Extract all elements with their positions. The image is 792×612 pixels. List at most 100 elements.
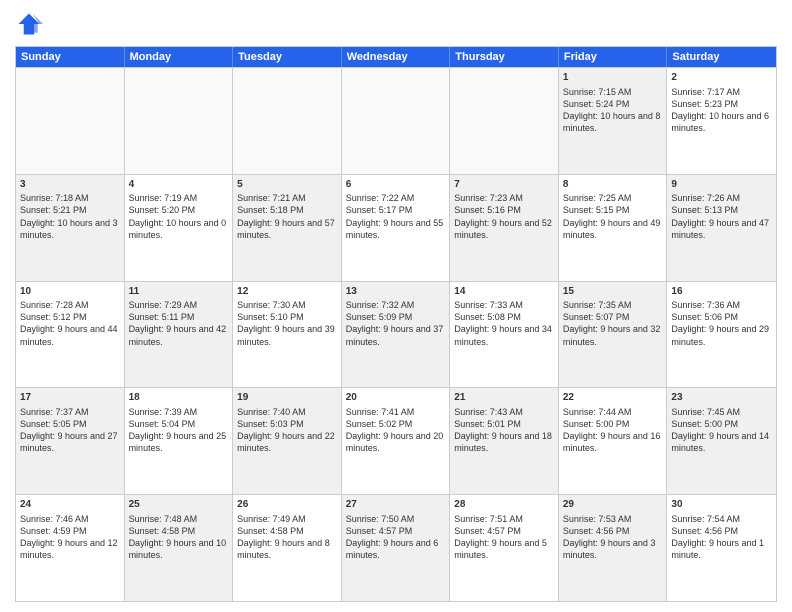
calendar-cell: 17 Sunrise: 7:37 AM Sunset: 5:05 PM Dayli… <box>16 388 125 494</box>
calendar-cell: 26 Sunrise: 7:49 AM Sunset: 4:58 PM Dayli… <box>233 495 342 601</box>
calendar-cell: 5Sunrise: 7:21 AM Sunset: 5:18 PM Daylig… <box>233 175 342 281</box>
day-info: Sunrise: 7:54 AM Sunset: 4:56 PM Dayligh… <box>671 514 764 560</box>
calendar-cell: 7Sunrise: 7:23 AM Sunset: 5:16 PM Daylig… <box>450 175 559 281</box>
page-header <box>15 10 777 38</box>
day-number: 18 <box>129 391 229 405</box>
calendar: SundayMondayTuesdayWednesdayThursdayFrid… <box>15 46 777 602</box>
day-info: Sunrise: 7:36 AM Sunset: 5:06 PM Dayligh… <box>671 300 769 346</box>
day-info: Sunrise: 7:29 AM Sunset: 5:11 PM Dayligh… <box>129 300 227 346</box>
day-number: 9 <box>671 178 772 192</box>
calendar-header-wednesday: Wednesday <box>342 47 451 67</box>
calendar-header-saturday: Saturday <box>667 47 776 67</box>
calendar-cell: 21 Sunrise: 7:43 AM Sunset: 5:01 PM Dayli… <box>450 388 559 494</box>
calendar-row-1: 3Sunrise: 7:18 AM Sunset: 5:21 PM Daylig… <box>16 174 776 281</box>
day-info: Sunrise: 7:18 AM Sunset: 5:21 PM Dayligh… <box>20 193 118 239</box>
day-info: Sunrise: 7:49 AM Sunset: 4:58 PM Dayligh… <box>237 514 330 560</box>
day-number: 14 <box>454 285 554 299</box>
day-info: Sunrise: 7:46 AM Sunset: 4:59 PM Dayligh… <box>20 514 118 560</box>
calendar-cell: 28 Sunrise: 7:51 AM Sunset: 4:57 PM Dayli… <box>450 495 559 601</box>
day-number: 27 <box>346 498 446 512</box>
calendar-cell: 12Sunrise: 7:30 AM Sunset: 5:10 PM Dayli… <box>233 282 342 388</box>
day-number: 30 <box>671 498 772 512</box>
day-number: 25 <box>129 498 229 512</box>
calendar-row-3: 17 Sunrise: 7:37 AM Sunset: 5:05 PM Dayli… <box>16 387 776 494</box>
calendar-row-2: 10Sunrise: 7:28 AM Sunset: 5:12 PM Dayli… <box>16 281 776 388</box>
calendar-cell: 8Sunrise: 7:25 AM Sunset: 5:15 PM Daylig… <box>559 175 668 281</box>
calendar-cell: 23 Sunrise: 7:45 AM Sunset: 5:00 PM Dayli… <box>667 388 776 494</box>
calendar-cell: 2 Sunrise: 7:17 AM Sunset: 5:23 PM Daylig… <box>667 68 776 174</box>
calendar-cell: 11Sunrise: 7:29 AM Sunset: 5:11 PM Dayli… <box>125 282 234 388</box>
day-number: 10 <box>20 285 120 299</box>
day-number: 11 <box>129 285 229 299</box>
calendar-cell: 19 Sunrise: 7:40 AM Sunset: 5:03 PM Dayli… <box>233 388 342 494</box>
day-number: 26 <box>237 498 337 512</box>
calendar-cell: 4Sunrise: 7:19 AM Sunset: 5:20 PM Daylig… <box>125 175 234 281</box>
day-info: Sunrise: 7:26 AM Sunset: 5:13 PM Dayligh… <box>671 193 769 239</box>
day-number: 7 <box>454 178 554 192</box>
calendar-cell: 10Sunrise: 7:28 AM Sunset: 5:12 PM Dayli… <box>16 282 125 388</box>
day-info: Sunrise: 7:30 AM Sunset: 5:10 PM Dayligh… <box>237 300 335 346</box>
calendar-header-tuesday: Tuesday <box>233 47 342 67</box>
calendar-body: 1 Sunrise: 7:15 AM Sunset: 5:24 PM Daylig… <box>16 67 776 601</box>
calendar-cell: 13Sunrise: 7:32 AM Sunset: 5:09 PM Dayli… <box>342 282 451 388</box>
day-number: 4 <box>129 178 229 192</box>
day-info: Sunrise: 7:43 AM Sunset: 5:01 PM Dayligh… <box>454 407 552 453</box>
day-info: Sunrise: 7:17 AM Sunset: 5:23 PM Dayligh… <box>671 87 769 133</box>
day-info: Sunrise: 7:44 AM Sunset: 5:00 PM Dayligh… <box>563 407 661 453</box>
day-info: Sunrise: 7:45 AM Sunset: 5:00 PM Dayligh… <box>671 407 769 453</box>
calendar-cell <box>342 68 451 174</box>
day-info: Sunrise: 7:15 AM Sunset: 5:24 PM Dayligh… <box>563 87 661 133</box>
calendar-header-sunday: Sunday <box>16 47 125 67</box>
calendar-row-4: 24 Sunrise: 7:46 AM Sunset: 4:59 PM Dayli… <box>16 494 776 601</box>
calendar-cell <box>450 68 559 174</box>
day-info: Sunrise: 7:53 AM Sunset: 4:56 PM Dayligh… <box>563 514 656 560</box>
calendar-cell: 27 Sunrise: 7:50 AM Sunset: 4:57 PM Dayli… <box>342 495 451 601</box>
calendar-cell: 9Sunrise: 7:26 AM Sunset: 5:13 PM Daylig… <box>667 175 776 281</box>
calendar-cell: 30 Sunrise: 7:54 AM Sunset: 4:56 PM Dayli… <box>667 495 776 601</box>
day-number: 23 <box>671 391 772 405</box>
day-number: 28 <box>454 498 554 512</box>
calendar-cell: 18 Sunrise: 7:39 AM Sunset: 5:04 PM Dayli… <box>125 388 234 494</box>
day-number: 20 <box>346 391 446 405</box>
calendar-cell: 6Sunrise: 7:22 AM Sunset: 5:17 PM Daylig… <box>342 175 451 281</box>
day-number: 29 <box>563 498 663 512</box>
calendar-cell <box>125 68 234 174</box>
day-number: 8 <box>563 178 663 192</box>
day-info: Sunrise: 7:48 AM Sunset: 4:58 PM Dayligh… <box>129 514 227 560</box>
day-number: 1 <box>563 71 663 85</box>
day-info: Sunrise: 7:25 AM Sunset: 5:15 PM Dayligh… <box>563 193 661 239</box>
calendar-header-monday: Monday <box>125 47 234 67</box>
day-info: Sunrise: 7:50 AM Sunset: 4:57 PM Dayligh… <box>346 514 439 560</box>
calendar-cell: 16Sunrise: 7:36 AM Sunset: 5:06 PM Dayli… <box>667 282 776 388</box>
day-info: Sunrise: 7:39 AM Sunset: 5:04 PM Dayligh… <box>129 407 227 453</box>
calendar-cell <box>233 68 342 174</box>
calendar-cell: 3Sunrise: 7:18 AM Sunset: 5:21 PM Daylig… <box>16 175 125 281</box>
day-info: Sunrise: 7:23 AM Sunset: 5:16 PM Dayligh… <box>454 193 552 239</box>
calendar-row-0: 1 Sunrise: 7:15 AM Sunset: 5:24 PM Daylig… <box>16 67 776 174</box>
day-number: 3 <box>20 178 120 192</box>
calendar-cell: 1 Sunrise: 7:15 AM Sunset: 5:24 PM Daylig… <box>559 68 668 174</box>
day-number: 19 <box>237 391 337 405</box>
day-number: 17 <box>20 391 120 405</box>
day-info: Sunrise: 7:51 AM Sunset: 4:57 PM Dayligh… <box>454 514 547 560</box>
day-info: Sunrise: 7:22 AM Sunset: 5:17 PM Dayligh… <box>346 193 444 239</box>
day-info: Sunrise: 7:21 AM Sunset: 5:18 PM Dayligh… <box>237 193 335 239</box>
day-number: 21 <box>454 391 554 405</box>
day-number: 24 <box>20 498 120 512</box>
calendar-cell: 22Sunrise: 7:44 AM Sunset: 5:00 PM Dayli… <box>559 388 668 494</box>
day-info: Sunrise: 7:40 AM Sunset: 5:03 PM Dayligh… <box>237 407 335 453</box>
calendar-cell: 24 Sunrise: 7:46 AM Sunset: 4:59 PM Dayli… <box>16 495 125 601</box>
day-number: 16 <box>671 285 772 299</box>
calendar-header-friday: Friday <box>559 47 668 67</box>
calendar-cell: 25 Sunrise: 7:48 AM Sunset: 4:58 PM Dayli… <box>125 495 234 601</box>
logo <box>15 10 47 38</box>
day-number: 13 <box>346 285 446 299</box>
calendar-cell: 15Sunrise: 7:35 AM Sunset: 5:07 PM Dayli… <box>559 282 668 388</box>
day-info: Sunrise: 7:33 AM Sunset: 5:08 PM Dayligh… <box>454 300 552 346</box>
day-info: Sunrise: 7:28 AM Sunset: 5:12 PM Dayligh… <box>20 300 118 346</box>
day-number: 12 <box>237 285 337 299</box>
day-info: Sunrise: 7:37 AM Sunset: 5:05 PM Dayligh… <box>20 407 118 453</box>
calendar-cell <box>16 68 125 174</box>
day-number: 2 <box>671 71 772 85</box>
calendar-header-thursday: Thursday <box>450 47 559 67</box>
